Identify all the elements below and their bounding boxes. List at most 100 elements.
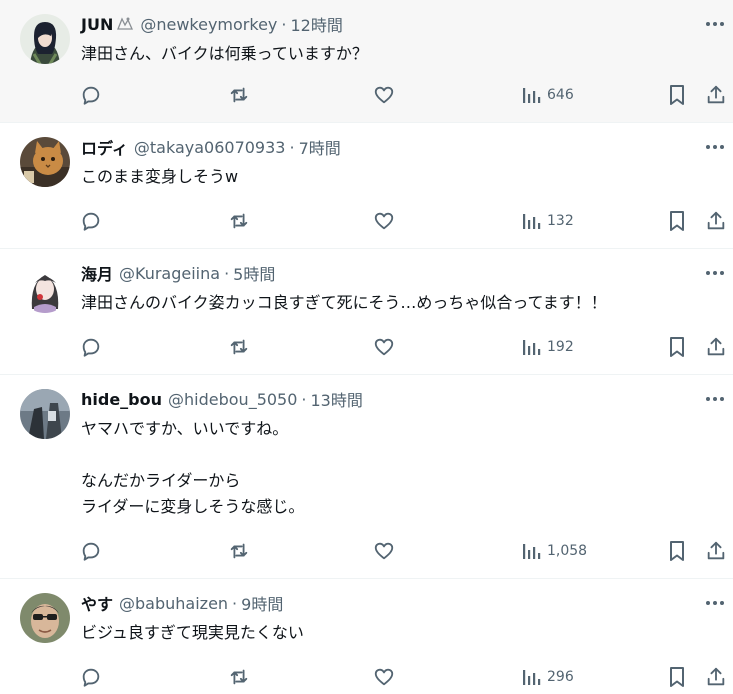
tweet-text: 津田さんのバイク姿カッコ良すぎて死にそう…めっちゃ似合ってます！！ (81, 293, 607, 312)
share-button[interactable] (705, 332, 727, 362)
more-button[interactable] (700, 387, 730, 411)
heart-icon (374, 338, 394, 356)
retweet-icon (230, 339, 248, 355)
retweet-button[interactable] (228, 662, 250, 692)
more-button[interactable] (700, 135, 730, 159)
retweet-button[interactable] (228, 332, 250, 362)
tweet[interactable]: ロディ @takaya06070933 · 7時間 このまま変身しそうw 132 (0, 123, 733, 249)
avatar[interactable] (20, 263, 70, 313)
bookmark-button[interactable] (667, 662, 687, 692)
views-count: 132 (547, 213, 574, 229)
tweet[interactable]: やす @babuhaizen · 9時間 ビジュ良すぎて現実見たくない 296 (0, 579, 733, 694)
display-name[interactable]: JUN (81, 15, 113, 34)
heart-icon (374, 212, 394, 230)
avatar[interactable] (20, 389, 70, 439)
separator: · (301, 389, 307, 409)
reply-button[interactable] (80, 80, 102, 110)
reply-icon (82, 86, 100, 105)
display-name[interactable]: hide_bou (81, 390, 162, 409)
separator: · (232, 593, 238, 613)
more-icon (706, 397, 724, 401)
share-button[interactable] (705, 662, 727, 692)
retweet-icon (230, 669, 248, 685)
bookmark-button[interactable] (667, 80, 687, 110)
retweet-button[interactable] (228, 206, 250, 236)
like-button[interactable] (373, 536, 395, 566)
views-count: 646 (547, 87, 574, 103)
tweet-text: このまま変身しそうw (81, 167, 239, 186)
avatar[interactable] (20, 137, 70, 187)
tweet-text: ビジュ良すぎて現実見たくない (81, 623, 304, 642)
bookmark-icon (670, 211, 684, 231)
reply-button[interactable] (80, 536, 102, 566)
retweet-button[interactable] (228, 80, 250, 110)
like-button[interactable] (373, 80, 395, 110)
views-chart-icon (523, 88, 541, 103)
avatar[interactable] (20, 14, 70, 64)
display-name[interactable]: ロディ (81, 135, 128, 159)
badge-emoji-icon (116, 16, 134, 32)
bookmark-icon (670, 337, 684, 357)
tweet-text: 津田さん、バイクは何乗っていますか？ (81, 44, 368, 63)
heart-icon (374, 542, 394, 560)
like-button[interactable] (373, 206, 395, 236)
user-handle[interactable]: @Kurageiina (119, 264, 220, 283)
display-name[interactable]: やす (81, 591, 113, 615)
more-icon (706, 22, 724, 26)
share-icon (707, 541, 725, 560)
share-icon (707, 211, 725, 230)
timestamp[interactable]: 12時間 (290, 12, 342, 36)
retweet-icon (230, 87, 248, 103)
display-name[interactable]: 海月 (81, 261, 113, 285)
retweet-icon (230, 213, 248, 229)
like-button[interactable] (373, 662, 395, 692)
bookmark-button[interactable] (667, 206, 687, 236)
heart-icon (374, 668, 394, 686)
retweet-icon (230, 543, 248, 559)
share-button[interactable] (705, 536, 727, 566)
reply-icon (82, 668, 100, 687)
timestamp[interactable]: 7時間 (299, 135, 341, 159)
tweet[interactable]: JUN @newkeymorkey · 12時間 津田さん、バイクは何乗っていま… (0, 0, 733, 123)
bookmark-button[interactable] (667, 536, 687, 566)
more-icon (706, 271, 724, 275)
like-button[interactable] (373, 332, 395, 362)
heart-icon (374, 86, 394, 104)
reply-button[interactable] (80, 662, 102, 692)
views-chart-icon (523, 670, 541, 685)
tweet[interactable]: 海月 @Kurageiina · 5時間 津田さんのバイク姿カッコ良すぎて死にそ… (0, 249, 733, 375)
reply-button[interactable] (80, 332, 102, 362)
views-button[interactable]: 296 (521, 662, 574, 692)
avatar[interactable] (20, 593, 70, 643)
retweet-button[interactable] (228, 536, 250, 566)
user-handle[interactable]: @hidebou_5050 (168, 390, 297, 409)
reply-icon (82, 212, 100, 231)
more-button[interactable] (700, 12, 730, 36)
bookmark-icon (670, 667, 684, 687)
separator: · (224, 263, 230, 283)
user-handle[interactable]: @takaya06070933 (134, 138, 286, 157)
separator: · (289, 137, 295, 157)
bookmark-button[interactable] (667, 332, 687, 362)
views-button[interactable]: 192 (521, 332, 574, 362)
reply-button[interactable] (80, 206, 102, 236)
bookmark-icon (670, 85, 684, 105)
timestamp[interactable]: 5時間 (233, 261, 275, 285)
share-button[interactable] (705, 80, 727, 110)
more-icon (706, 601, 724, 605)
timestamp[interactable]: 9時間 (241, 591, 283, 615)
views-button[interactable]: 132 (521, 206, 574, 236)
user-handle[interactable]: @babuhaizen (119, 594, 228, 613)
tweet[interactable]: hide_bou @hidebou_5050 · 13時間 ヤマハですか、いいで… (0, 375, 733, 579)
more-icon (706, 145, 724, 149)
more-button[interactable] (700, 261, 730, 285)
share-icon (707, 85, 725, 104)
views-button[interactable]: 1,058 (521, 536, 587, 566)
more-button[interactable] (700, 591, 730, 615)
views-button[interactable]: 646 (521, 80, 574, 110)
timestamp[interactable]: 13時間 (311, 387, 363, 411)
user-handle[interactable]: @newkeymorkey (140, 15, 277, 34)
share-icon (707, 337, 725, 356)
share-button[interactable] (705, 206, 727, 236)
views-count: 192 (547, 339, 574, 355)
